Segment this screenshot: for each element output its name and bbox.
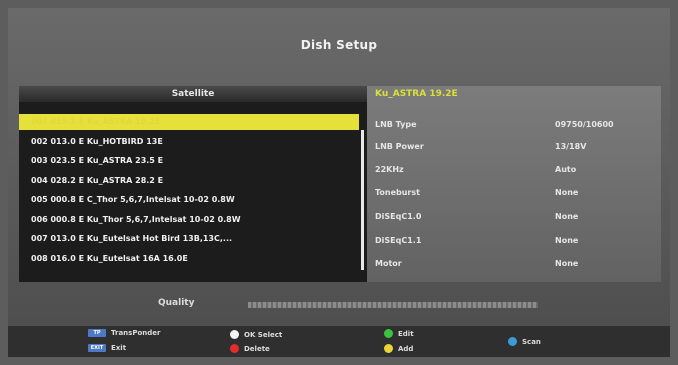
- satellite-item[interactable]: 004 028.2 E Ku_ASTRA 28.2 E: [19, 173, 359, 189]
- detail-row-diseqc11[interactable]: DiSEqC1.1 None: [375, 236, 653, 252]
- satellite-item[interactable]: 002 013.0 E Ku_HOTBIRD 13E: [19, 134, 359, 150]
- detail-value: None: [555, 259, 579, 268]
- hint-label: Scan: [522, 337, 541, 346]
- hint-edit[interactable]: Edit: [384, 329, 414, 338]
- tv-screen: Dish Setup Satellite 001 019.2 E Ku_ASTR…: [8, 8, 670, 357]
- detail-row-22khz[interactable]: 22KHz Auto: [375, 165, 653, 181]
- hint-label: Edit: [398, 329, 414, 338]
- blue-button-icon: [508, 337, 517, 346]
- detail-label: DiSEqC1.0: [375, 212, 422, 221]
- detail-value: None: [555, 212, 579, 221]
- page-title: Dish Setup: [300, 38, 378, 52]
- satellite-item[interactable]: 005 000.8 E C_Thor 5,6,7,Intelsat 10-02 …: [19, 192, 359, 208]
- satellite-list-panel: Satellite 001 019.2 E Ku_ASTRA 19.2E 002…: [19, 86, 367, 282]
- detail-label: 22KHz: [375, 165, 404, 174]
- hint-delete[interactable]: Delete: [230, 344, 270, 353]
- satellite-detail-panel: Ku_ASTRA 19.2E LNB Type 09750/10600 LNB …: [367, 86, 661, 282]
- exit-key-icon: EXIT: [88, 344, 106, 352]
- hint-label: OK Select: [244, 330, 283, 339]
- detail-value: None: [555, 236, 579, 245]
- green-button-icon: [384, 329, 393, 338]
- detail-row-toneburst[interactable]: Toneburst None: [375, 188, 653, 204]
- satellite-item[interactable]: 006 000.8 E Ku_Thor 5,6,7,Intelsat 10-02…: [19, 212, 359, 228]
- satellite-list-header: Satellite: [19, 86, 367, 102]
- list-scrollbar[interactable]: [361, 130, 364, 270]
- detail-value: 09750/10600: [555, 120, 614, 129]
- detail-row-lnb-type[interactable]: LNB Type 09750/10600: [375, 120, 653, 136]
- detail-title: Ku_ASTRA 19.2E: [375, 89, 458, 99]
- hint-label: Delete: [244, 344, 270, 353]
- detail-label: LNB Power: [375, 142, 424, 151]
- tp-key-icon: TP: [88, 329, 106, 337]
- button-hint-bar: TP TransPonder EXIT Exit OK Select Delet…: [8, 326, 670, 357]
- detail-row-diseqc10[interactable]: DiSEqC1.0 None: [375, 212, 653, 228]
- quality-label: Quality: [158, 298, 195, 308]
- red-button-icon: [230, 344, 239, 353]
- satellite-item[interactable]: 001 019.2 E Ku_ASTRA 19.2E: [19, 114, 359, 130]
- detail-value: Auto: [555, 165, 577, 174]
- hint-exit[interactable]: EXIT Exit: [88, 344, 126, 352]
- satellite-item[interactable]: 007 013.0 E Ku_Eutelsat Hot Bird 13B,13C…: [19, 231, 359, 247]
- detail-value: None: [555, 188, 579, 197]
- yellow-button-icon: [384, 344, 393, 353]
- detail-label: Toneburst: [375, 188, 420, 197]
- detail-label: LNB Type: [375, 120, 417, 129]
- detail-value: 13/18V: [555, 142, 587, 151]
- hint-label: Exit: [111, 344, 127, 352]
- hint-scan[interactable]: Scan: [508, 337, 541, 346]
- satellite-item[interactable]: 003 023.5 E Ku_ASTRA 23.5 E: [19, 153, 359, 169]
- hint-add[interactable]: Add: [384, 344, 413, 353]
- detail-row-motor[interactable]: Motor None: [375, 259, 653, 275]
- hint-label: TransPonder: [111, 329, 161, 337]
- satellite-item[interactable]: 008 016.0 E Ku_Eutelsat 16A 16.0E: [19, 251, 359, 267]
- detail-row-lnb-power[interactable]: LNB Power 13/18V: [375, 142, 653, 158]
- detail-label: DiSEqC1.1: [375, 236, 422, 245]
- quality-bar: [248, 302, 538, 308]
- ok-icon: [230, 330, 239, 339]
- hint-ok-select[interactable]: OK Select: [230, 330, 282, 339]
- hint-label: Add: [398, 344, 414, 353]
- satellite-list: 001 019.2 E Ku_ASTRA 19.2E 002 013.0 E K…: [19, 114, 359, 270]
- detail-label: Motor: [375, 259, 402, 268]
- hint-transponder[interactable]: TP TransPonder: [88, 329, 160, 337]
